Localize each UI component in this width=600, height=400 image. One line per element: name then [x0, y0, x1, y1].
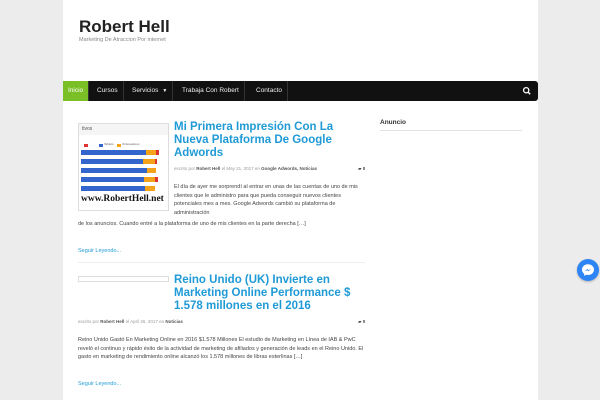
post-thumbnail[interactable]	[78, 276, 169, 282]
post-excerpt-right: El día de ayer me sorprendí al entrar en…	[174, 184, 358, 216]
post-date[interactable]: May 21, 2017	[226, 166, 253, 171]
comment-count[interactable]: ▰ 0	[358, 166, 365, 172]
sidebar-widget-title: Anuncio	[380, 119, 406, 126]
site-title[interactable]: Robert Hell	[79, 17, 170, 37]
thumbnail-header: tivos	[82, 126, 93, 132]
thumbnail-watermark: www.RobertHell.net	[81, 194, 164, 204]
post-excerpt: Reino Unido Gastó En Marketing Online en…	[78, 337, 364, 360]
comment-count-value: 0	[362, 166, 366, 171]
messenger-icon[interactable]	[577, 259, 599, 281]
nav-item-contacto[interactable]: Contacto	[251, 81, 289, 101]
meta-category-prefix: en	[254, 166, 260, 171]
comment-icon: ▰	[358, 319, 362, 324]
nav-item-inicio[interactable]: Inicio	[63, 81, 90, 101]
chevron-down-icon: ▼	[162, 88, 168, 94]
post-author[interactable]: Robert Hell	[196, 166, 220, 171]
post-excerpt-full: de los anuncios. Cuando entré a la plata…	[78, 221, 306, 227]
post-thumbnail[interactable]: tivos Tablets Ordenadores www.RobertHell…	[78, 123, 169, 211]
nav-item-label: Inicio	[68, 87, 84, 94]
post-meta: escrito por Robert Hell el May 21, 2017 …	[174, 166, 317, 171]
meta-date-prefix: el	[125, 319, 130, 324]
nav-item-label: Cursos	[97, 87, 118, 94]
sidebar-divider	[380, 130, 522, 131]
post-article: tivos Tablets Ordenadores www.RobertHell…	[78, 121, 368, 256]
comment-count-value: 0	[362, 319, 366, 324]
post-meta: escrito por Robert Hell el April 26, 201…	[78, 319, 183, 324]
nav-item-label: Trabaja Con Robert	[182, 87, 239, 94]
thumbnail-legend-tablets: Tablets	[104, 142, 114, 146]
post-title[interactable]: Reino Unido (UK) Invierte en Marketing O…	[174, 274, 370, 313]
thumbnail-legend-ordenadores: Ordenadores	[122, 142, 140, 146]
post-title-text: Reino Unido (UK) Invierte en Marketing O…	[174, 274, 351, 312]
read-more-link[interactable]: Seguir Leyendo...	[78, 381, 121, 387]
post-categories[interactable]: Google Adwords, Noticias	[261, 166, 317, 171]
main-navigation: Inicio Cursos Servicios ▼ Trabaja Con Rob…	[63, 81, 538, 101]
post-author[interactable]: Robert Hell	[100, 319, 124, 324]
meta-prefix: escrito por	[78, 319, 100, 324]
nav-item-label: Contacto	[256, 87, 283, 94]
site-description: Marketing De Atraccion Por internet	[79, 37, 166, 43]
page-container: Robert Hell Marketing De Atraccion Por i…	[63, 0, 538, 400]
meta-prefix: escrito por	[174, 166, 196, 171]
nav-item-cursos[interactable]: Cursos	[92, 81, 124, 101]
nav-item-servicios[interactable]: Servicios ▼	[127, 81, 174, 101]
post-article: Reino Unido (UK) Invierte en Marketing O…	[78, 274, 368, 394]
post-divider	[78, 262, 365, 263]
post-date[interactable]: April 26, 2017	[130, 319, 158, 324]
meta-category-prefix: en	[159, 319, 165, 324]
comment-count[interactable]: ▰ 0	[358, 319, 365, 325]
post-categories[interactable]: Noticias	[165, 319, 183, 324]
read-more-link[interactable]: Seguir Leyendo...	[78, 248, 121, 254]
meta-date-prefix: el	[221, 166, 226, 171]
search-icon[interactable]	[521, 81, 533, 101]
comment-icon: ▰	[358, 166, 362, 171]
nav-item-trabaja-con-robert[interactable]: Trabaja Con Robert	[177, 81, 245, 101]
nav-item-label: Servicios	[132, 87, 159, 94]
post-title[interactable]: Mi Primera Impresión Con La Nueva Plataf…	[174, 121, 370, 160]
